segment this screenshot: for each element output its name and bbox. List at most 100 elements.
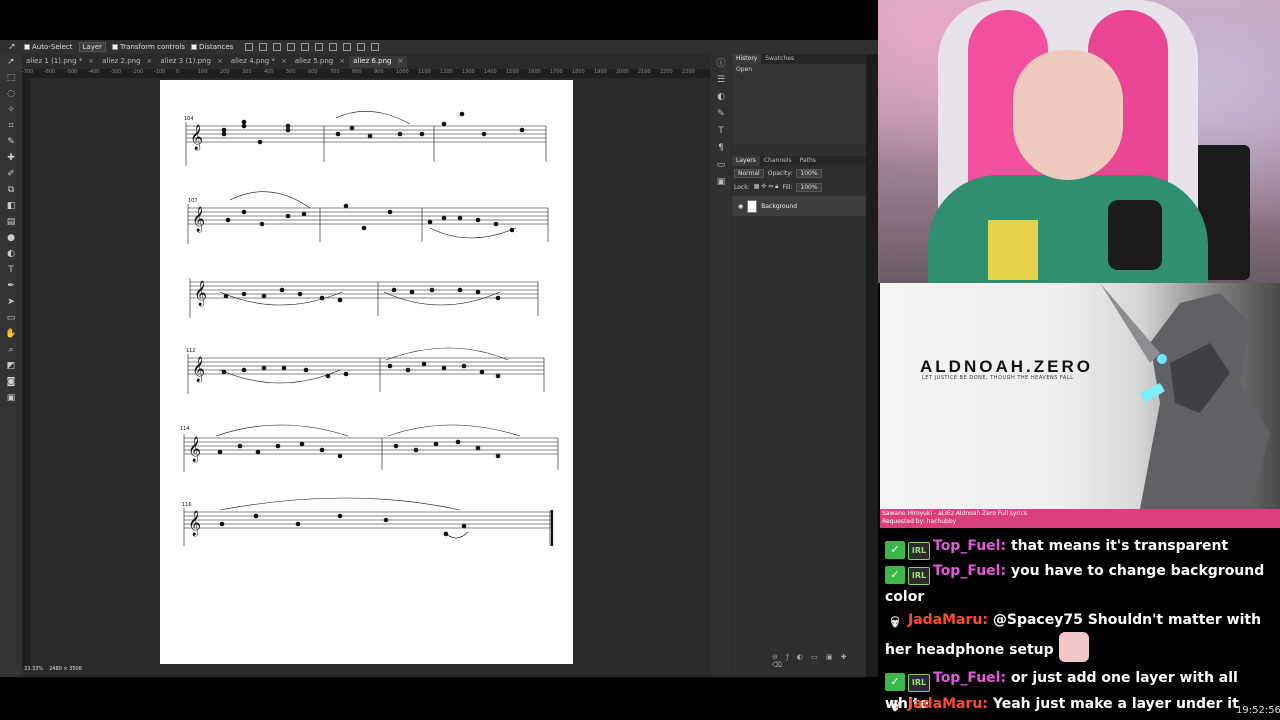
document-tab[interactable]: aliez 5.png × bbox=[290, 56, 350, 68]
chat-message: ✓ IRL Top_Fuel: that means it's transparen… bbox=[885, 534, 1275, 560]
irl-badge-icon: IRL bbox=[908, 542, 930, 560]
tab-swatches[interactable]: Swatches bbox=[761, 54, 798, 64]
hand-tool-icon[interactable]: ✋ bbox=[0, 326, 22, 342]
stamp-icon[interactable]: ⧉ bbox=[0, 182, 22, 198]
brush-settings-icon[interactable]: ✎ bbox=[711, 105, 731, 122]
path-select-icon[interactable]: ➤ bbox=[0, 294, 22, 310]
eye-icon[interactable]: ◉ bbox=[738, 203, 743, 210]
measure-number: 116 bbox=[182, 502, 192, 508]
screen-mode-icon[interactable]: ▣ bbox=[0, 390, 22, 406]
close-icon[interactable]: × bbox=[217, 56, 223, 68]
webcam-shirt-print bbox=[988, 220, 1038, 280]
canvas-area[interactable]: 𝄞 𝄞 𝄞 𝄞 𝄞 𝄞 104 107 112 114 116 bbox=[30, 78, 710, 668]
song-info-bar: Sawano Hiroyuki - aLIEz Aldnoah.Zero Ful… bbox=[880, 509, 1280, 528]
type-tool-icon[interactable]: T bbox=[0, 262, 22, 278]
shape-tool-icon[interactable]: ▭ bbox=[0, 310, 22, 326]
transform-controls-checkbox[interactable]: Transform controls bbox=[112, 43, 185, 51]
document-tab[interactable]: aliez 2.png × bbox=[98, 56, 157, 68]
tab-layers[interactable]: Layers bbox=[732, 156, 760, 166]
sheet-music-staves: 𝄞 𝄞 𝄞 𝄞 𝄞 𝄞 104 107 112 114 116 bbox=[180, 110, 559, 546]
layer-actions-icon[interactable]: ⊖ ƒ ◐ ▭ ▣ ✚ ⌫ bbox=[772, 653, 866, 669]
healing-icon[interactable]: ✚ bbox=[0, 150, 22, 166]
webcam-shirt bbox=[928, 175, 1208, 283]
blend-mode-select[interactable]: Normal bbox=[734, 168, 764, 178]
webcam-microphone bbox=[1108, 200, 1162, 270]
zoom-level[interactable]: 33.33% bbox=[24, 666, 43, 674]
layer-item[interactable]: ◉ Background bbox=[732, 196, 866, 216]
document-tab[interactable]: aliez 3 (1).png × bbox=[156, 56, 227, 68]
align-icon[interactable] bbox=[259, 43, 268, 51]
close-icon[interactable]: × bbox=[147, 56, 153, 68]
magic-wand-icon[interactable]: ✧ bbox=[0, 102, 22, 118]
document-tabs: aliez 1 (1).png * × aliez 2.png × aliez 3 … bbox=[22, 56, 408, 68]
align-icon[interactable] bbox=[273, 43, 282, 51]
align-icon[interactable] bbox=[343, 43, 352, 51]
layer-name[interactable]: Background bbox=[761, 203, 797, 210]
history-item[interactable]: Open bbox=[736, 66, 862, 73]
layer-select[interactable]: Layer bbox=[78, 42, 107, 52]
css-icon[interactable]: ▭ bbox=[711, 156, 731, 173]
close-icon[interactable]: × bbox=[88, 56, 94, 68]
emote-icon bbox=[1058, 632, 1089, 662]
chat-username[interactable]: JadaMaru: bbox=[908, 696, 988, 712]
eraser-icon[interactable]: ◧ bbox=[0, 198, 22, 214]
close-icon[interactable]: × bbox=[281, 56, 287, 68]
blur-icon[interactable]: ● bbox=[0, 230, 22, 246]
screen: ➚ Auto-Select Layer Transform controls D… bbox=[0, 0, 1280, 720]
eyedropper-icon[interactable]: ✎ bbox=[0, 134, 22, 150]
fill-input[interactable]: 100% bbox=[796, 182, 822, 192]
svg-text:𝄞: 𝄞 bbox=[194, 280, 207, 306]
paragraph-icon[interactable]: ¶ bbox=[711, 139, 731, 156]
brush-icon[interactable]: ✐ bbox=[0, 166, 22, 182]
irl-badge-icon: IRL bbox=[908, 567, 930, 585]
chat-text: Yeah just make a layer under it bbox=[992, 696, 1239, 712]
marquee-tool-icon[interactable]: ⬚ bbox=[0, 70, 22, 86]
align-icon[interactable] bbox=[287, 43, 296, 51]
zoom-tool-icon[interactable]: ⌕ bbox=[0, 342, 22, 358]
document-tab[interactable]: aliez 4.png * × bbox=[226, 56, 291, 68]
dodge-icon[interactable]: ◐ bbox=[0, 246, 22, 262]
auto-select-checkbox[interactable]: Auto-Select bbox=[24, 43, 73, 51]
tab-paths[interactable]: Paths bbox=[796, 156, 820, 166]
document-tab-active[interactable]: aliez 6.png × bbox=[349, 56, 408, 68]
lock-icon[interactable]: ▦ ✣ ⇔ 🔒︎ bbox=[754, 183, 779, 191]
align-icon[interactable] bbox=[315, 43, 324, 51]
anime-logo: ALDNOAH.ZERO bbox=[920, 357, 1093, 376]
lasso-tool-icon[interactable]: ◌ bbox=[0, 86, 22, 102]
align-icon[interactable] bbox=[329, 43, 338, 51]
tab-history[interactable]: History bbox=[732, 54, 762, 64]
character-icon[interactable]: T bbox=[711, 122, 731, 139]
align-icon[interactable] bbox=[357, 43, 366, 51]
info-icon[interactable]: ⓘ bbox=[711, 54, 731, 71]
opacity-input[interactable]: 100% bbox=[796, 168, 822, 178]
align-icon[interactable] bbox=[245, 43, 254, 51]
properties-icon[interactable]: ☰ bbox=[711, 71, 731, 88]
verified-badge-icon: ✓ bbox=[885, 541, 905, 559]
stream-chat: ✓ IRL Top_Fuel: that means it's transparen… bbox=[880, 528, 1280, 720]
document-tab[interactable]: aliez 1 (1).png * × bbox=[22, 56, 99, 68]
close-icon[interactable]: × bbox=[339, 56, 345, 68]
move-tool-icon[interactable]: ➚ bbox=[0, 54, 22, 70]
horizontal-ruler: -700 -600 -500 -400 -300 -200 -100 0 100 200 300 40… bbox=[22, 69, 710, 78]
pen-tool-icon[interactable]: ✒ bbox=[0, 278, 22, 294]
chat-username[interactable]: Top_Fuel: bbox=[933, 538, 1006, 554]
scroll-strip bbox=[866, 54, 878, 677]
image-icon[interactable]: ▣ bbox=[711, 173, 731, 190]
chat-username[interactable]: JadaMaru: bbox=[908, 612, 988, 628]
chat-username[interactable]: Top_Fuel: bbox=[933, 670, 1006, 686]
chat-username[interactable]: Top_Fuel: bbox=[933, 563, 1006, 579]
adjustments-icon[interactable]: ◐ bbox=[711, 88, 731, 105]
skull-badge-icon: 💀︎ bbox=[890, 696, 900, 715]
color-swatch-icon[interactable]: ◩ bbox=[0, 358, 22, 374]
distances-checkbox[interactable]: Distances bbox=[191, 43, 233, 51]
close-icon[interactable]: × bbox=[397, 56, 403, 68]
sheet-music-page[interactable]: 𝄞 𝄞 𝄞 𝄞 𝄞 𝄞 104 107 112 114 116 bbox=[160, 80, 573, 664]
move-tool-icon[interactable]: ➚ bbox=[6, 41, 18, 53]
align-icon[interactable] bbox=[301, 43, 310, 51]
tab-channels[interactable]: Channels bbox=[760, 156, 796, 166]
vertical-ruler bbox=[22, 78, 30, 668]
crop-tool-icon[interactable]: ⌗ bbox=[0, 118, 22, 134]
gradient-icon[interactable]: ▤ bbox=[0, 214, 22, 230]
quick-mask-icon[interactable]: ◙ bbox=[0, 374, 22, 390]
distribute-icon[interactable] bbox=[371, 43, 380, 51]
